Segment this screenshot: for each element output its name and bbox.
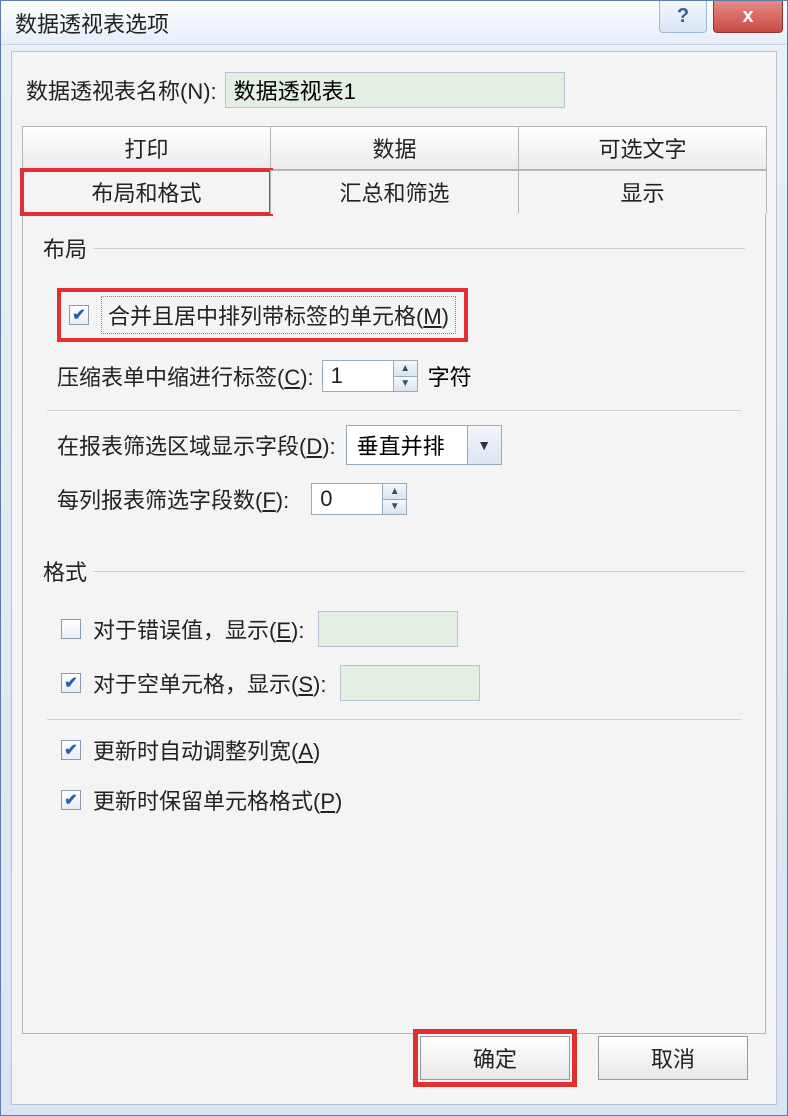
ok-button[interactable]: 确定 bbox=[420, 1036, 570, 1080]
spinner-up-icon[interactable]: ▲ bbox=[394, 361, 417, 377]
help-button[interactable]: ? bbox=[659, 1, 707, 33]
error-label: 对于错误值，显示(E): bbox=[93, 613, 304, 645]
error-checkbox[interactable] bbox=[61, 619, 81, 639]
cancel-button[interactable]: 取消 bbox=[598, 1036, 748, 1080]
chevron-down-icon[interactable]: ▼ bbox=[467, 426, 501, 464]
merge-checkbox[interactable] bbox=[69, 305, 89, 325]
group-layout: 布局 合并且居中排列带标签的单元格(M) 压缩表单中缩进行标签(C): bbox=[43, 232, 745, 541]
autofit-checkbox[interactable] bbox=[61, 740, 81, 760]
tab-layout-format[interactable]: 布局和格式 bbox=[22, 170, 271, 214]
dialog-client: 数据透视表名称(N): 打印 数据 可选文字 布局和格式 汇总和筛选 显示 布局 bbox=[11, 51, 777, 1105]
error-value-input[interactable] bbox=[318, 611, 458, 647]
fields-row: 在报表筛选区域显示字段(D): 垂直并排 ▼ bbox=[57, 425, 741, 465]
tab-print[interactable]: 打印 bbox=[22, 126, 271, 170]
tab-alttext[interactable]: 可选文字 bbox=[518, 126, 767, 170]
divider bbox=[47, 410, 741, 411]
tab-content-layout-format: 布局 合并且居中排列带标签的单元格(M) 压缩表单中缩进行标签(C): bbox=[22, 214, 766, 1034]
empty-row: 对于空单元格，显示(S): bbox=[61, 665, 741, 701]
perrow-row: 每列报表筛选字段数(F): ▲ ▼ bbox=[57, 483, 741, 515]
pivot-name-row: 数据透视表名称(N): bbox=[12, 52, 776, 126]
window-title: 数据透视表选项 bbox=[15, 7, 169, 39]
indent-input[interactable] bbox=[323, 361, 393, 391]
preserve-checkbox[interactable] bbox=[61, 790, 81, 810]
autofit-row: 更新时自动调整列宽(A) bbox=[61, 734, 741, 766]
perrow-label: 每列报表筛选字段数(F): bbox=[57, 483, 289, 515]
empty-checkbox[interactable] bbox=[61, 673, 81, 693]
empty-value-input[interactable] bbox=[340, 665, 480, 701]
dialog-buttons: 确定 取消 bbox=[420, 1036, 748, 1080]
fields-value: 垂直并排 bbox=[347, 426, 467, 464]
perrow-input[interactable] bbox=[312, 484, 382, 514]
merge-highlight: 合并且居中排列带标签的单元格(M) bbox=[57, 288, 468, 342]
indent-spinner[interactable]: ▲ ▼ bbox=[322, 360, 418, 392]
fields-combobox[interactable]: 垂直并排 ▼ bbox=[346, 425, 502, 465]
tab-row-2: 布局和格式 汇总和筛选 显示 bbox=[22, 170, 766, 214]
merge-row: 合并且居中排列带标签的单元格(M) bbox=[57, 288, 741, 342]
tab-totals-filters[interactable]: 汇总和筛选 bbox=[270, 170, 519, 214]
tabs: 打印 数据 可选文字 布局和格式 汇总和筛选 显示 布局 合并且居中排列带标签的 bbox=[12, 126, 776, 1034]
tab-data[interactable]: 数据 bbox=[270, 126, 519, 170]
spinner-up-icon[interactable]: ▲ bbox=[383, 484, 406, 500]
titlebar-buttons: ? x bbox=[659, 1, 787, 33]
merge-label: 合并且居中排列带标签的单元格(M) bbox=[101, 296, 456, 334]
spinner-down-icon[interactable]: ▼ bbox=[383, 500, 406, 515]
error-row: 对于错误值，显示(E): bbox=[61, 611, 741, 647]
divider bbox=[47, 719, 741, 720]
spinner-down-icon[interactable]: ▼ bbox=[394, 377, 417, 392]
perrow-spinner[interactable]: ▲ ▼ bbox=[311, 483, 407, 515]
fields-label: 在报表筛选区域显示字段(D): bbox=[57, 429, 336, 461]
group-format: 格式 对于错误值，显示(E): 对于空单元格，显示(S): bbox=[43, 555, 745, 842]
autofit-label: 更新时自动调整列宽(A) bbox=[93, 734, 320, 766]
close-button[interactable]: x bbox=[713, 1, 783, 33]
indent-row: 压缩表单中缩进行标签(C): ▲ ▼ 字符 bbox=[57, 360, 741, 392]
group-layout-legend: 布局 bbox=[43, 232, 93, 264]
preserve-label: 更新时保留单元格格式(P) bbox=[93, 784, 342, 816]
group-format-legend: 格式 bbox=[43, 555, 93, 587]
empty-label: 对于空单元格，显示(S): bbox=[93, 667, 326, 699]
pivot-name-input[interactable] bbox=[225, 72, 565, 108]
indent-suffix: 字符 bbox=[428, 360, 472, 392]
tab-row-1: 打印 数据 可选文字 bbox=[22, 126, 766, 170]
preserve-row: 更新时保留单元格格式(P) bbox=[61, 784, 741, 816]
dialog-window: 数据透视表选项 ? x 数据透视表名称(N): 打印 数据 可选文字 布局和格式… bbox=[0, 0, 788, 1116]
pivot-name-label: 数据透视表名称(N): bbox=[26, 74, 217, 106]
titlebar: 数据透视表选项 ? x bbox=[1, 1, 787, 45]
indent-label: 压缩表单中缩进行标签(C): bbox=[57, 360, 314, 392]
tab-display[interactable]: 显示 bbox=[518, 170, 767, 214]
